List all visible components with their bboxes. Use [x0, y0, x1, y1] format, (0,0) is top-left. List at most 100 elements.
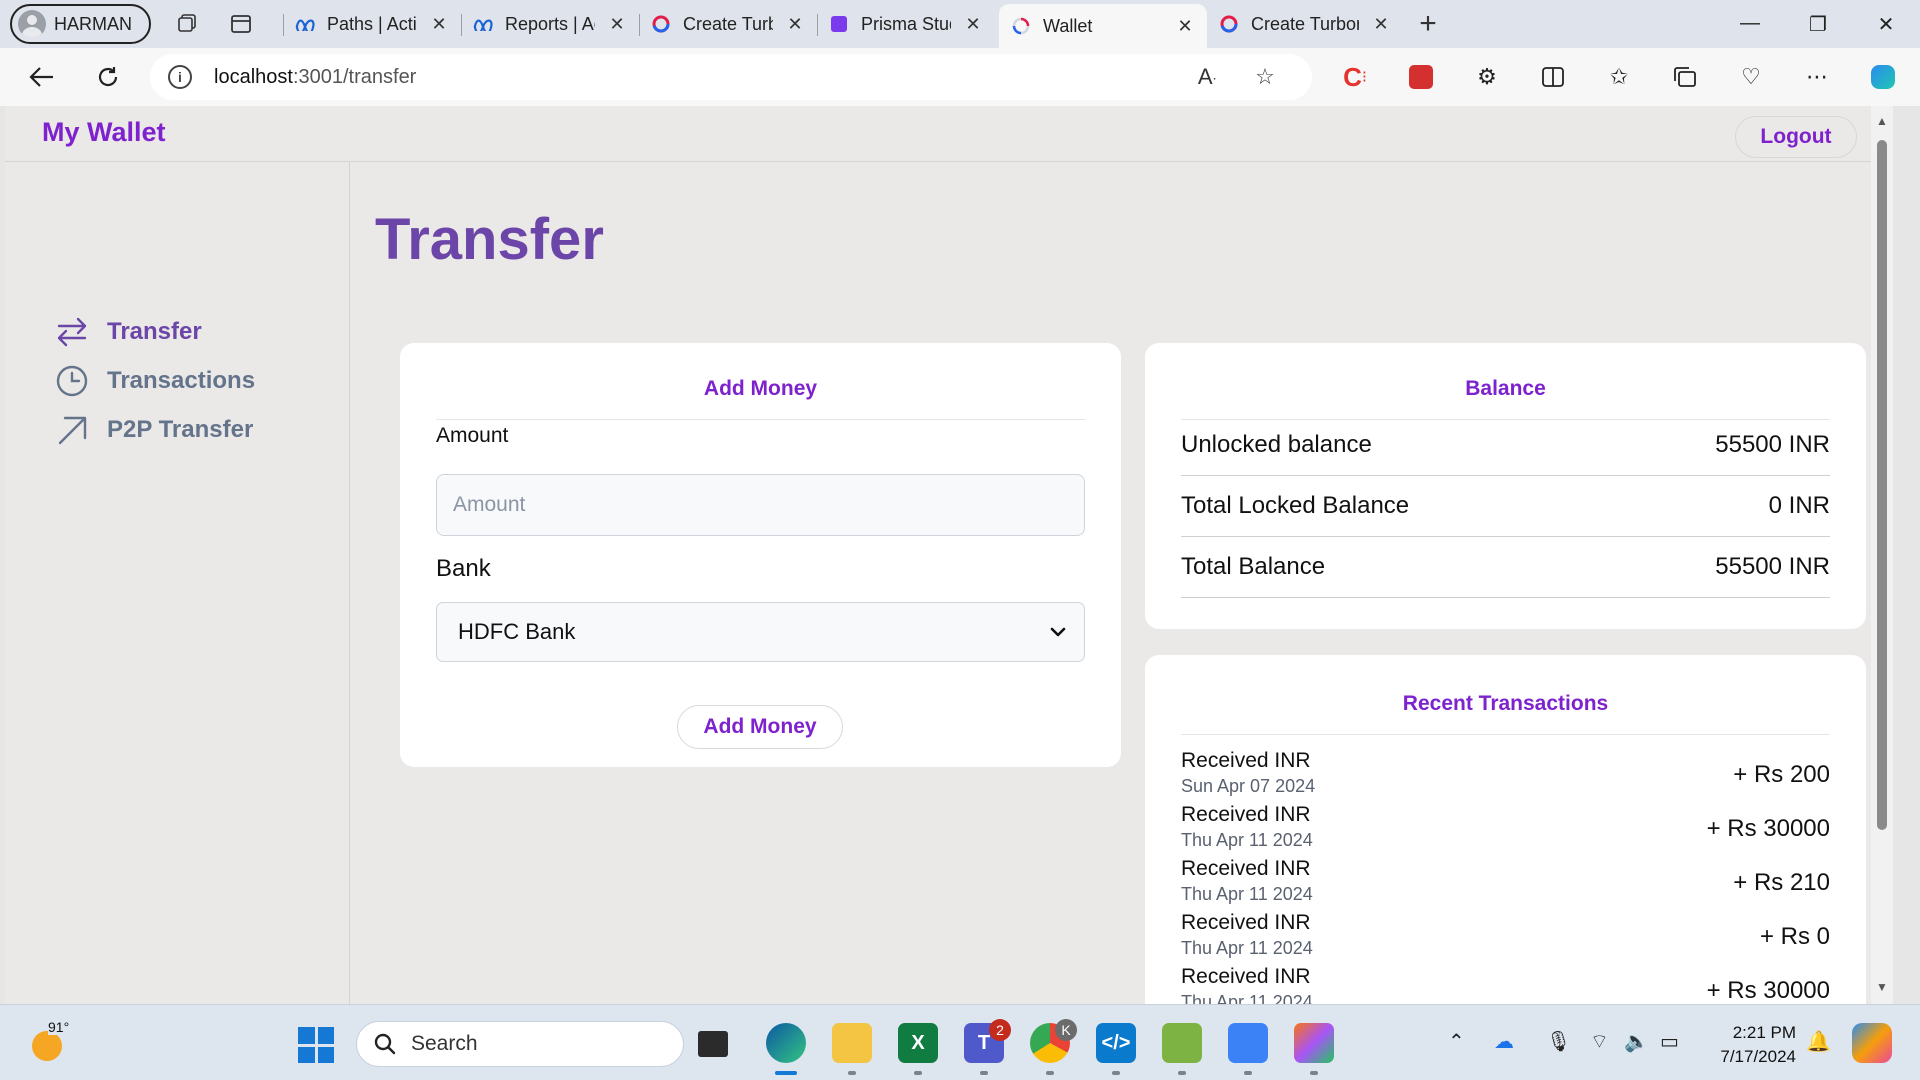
windows-start-icon[interactable]	[298, 1027, 334, 1063]
close-tab-icon[interactable]: ✕	[1371, 14, 1391, 35]
transaction-label: Received INR	[1181, 749, 1311, 772]
transaction-row: Received INR Sun Apr 07 2024 + Rs 200	[1181, 749, 1830, 803]
browser-tab-bar: HARMAN Paths | Actional ✕ Reports | Acti…	[0, 0, 1920, 48]
transaction-label: Received INR	[1181, 857, 1311, 880]
app-indicator	[1244, 1071, 1252, 1075]
taskbar-clock[interactable]: 2:21 PM 7/17/2024	[1706, 1021, 1796, 1069]
transaction-row: Received INR Thu Apr 11 2024 + Rs 210	[1181, 857, 1830, 911]
browser-tab-active[interactable]: Wallet ✕	[999, 4, 1207, 48]
split-screen-icon[interactable]	[1520, 57, 1586, 97]
browser-essentials-icon[interactable]: ♡	[1718, 57, 1784, 97]
close-tab-icon[interactable]: ✕	[785, 14, 805, 35]
copilot-icon[interactable]	[1850, 57, 1916, 97]
transaction-row: Received INR Thu Apr 11 2024 + Rs 30000	[1181, 965, 1830, 1004]
workspaces-icon[interactable]	[165, 4, 209, 44]
volume-icon[interactable]: 🔈	[1624, 1029, 1649, 1054]
refresh-icon[interactable]	[80, 57, 136, 97]
arrow-up-right-icon	[58, 416, 87, 445]
bank-select[interactable]: HDFC Bank	[436, 602, 1085, 662]
balance-card: Balance Unlocked balance 55500 INR Total…	[1145, 343, 1866, 629]
close-tab-icon[interactable]: ✕	[607, 14, 627, 35]
extension-c-icon[interactable]: C ⁝	[1322, 57, 1388, 97]
page-title: Transfer	[375, 207, 604, 272]
transaction-date: Thu Apr 11 2024	[1181, 830, 1313, 850]
extensions-puzzle-icon[interactable]: ⚙	[1454, 57, 1520, 97]
back-icon[interactable]	[14, 57, 70, 97]
notepad-icon[interactable]	[1228, 1023, 1268, 1063]
prisma-icon	[829, 14, 849, 34]
logout-button[interactable]: Logout	[1735, 116, 1857, 158]
app-indicator	[848, 1071, 856, 1075]
favorites-icon[interactable]: ✩	[1586, 57, 1652, 97]
add-money-button[interactable]: Add Money	[677, 705, 843, 749]
profile-button[interactable]: HARMAN	[10, 4, 151, 44]
scroll-up-icon[interactable]: ▲	[1876, 114, 1888, 128]
microphone-icon[interactable]: 🎙	[1546, 1029, 1571, 1054]
wifi-icon[interactable]: ⌔	[1590, 1029, 1609, 1054]
transaction-amount: + Rs 0	[1759, 923, 1830, 950]
notifications-icon[interactable]: 🔔	[1806, 1029, 1831, 1054]
sidebar-item-transactions[interactable]: Transactions	[55, 364, 255, 398]
app-header: My Wallet Logout	[5, 106, 1893, 162]
edge-icon[interactable]	[766, 1023, 806, 1063]
app-indicator	[1112, 1071, 1120, 1075]
amount-label: Amount	[436, 424, 509, 447]
app-indicator	[1178, 1071, 1186, 1075]
bank-selected-value: HDFC Bank	[458, 619, 576, 644]
turborepo-icon	[651, 14, 671, 34]
sidebar-item-p2p-transfer[interactable]: P2P Transfer	[55, 413, 253, 447]
read-aloud-icon[interactable]: Aᐧ	[1178, 64, 1236, 90]
amount-input[interactable]: Amount	[436, 474, 1085, 536]
window-controls: — ❐ ✕	[1716, 12, 1920, 37]
balance-row: Unlocked balance 55500 INR	[1181, 415, 1830, 476]
url-text[interactable]: localhost:3001/transfer	[214, 66, 1178, 89]
sidebar-item-transfer[interactable]: Transfer	[55, 315, 202, 349]
url-bar[interactable]: i localhost:3001/transfer Aᐧ ☆	[150, 54, 1312, 100]
chevron-up-icon[interactable]: ⌃	[1448, 1029, 1465, 1054]
more-menu-icon[interactable]: ⋯	[1784, 57, 1850, 97]
profile-name: HARMAN	[54, 13, 133, 34]
app-indicator	[1310, 1071, 1318, 1075]
copilot-taskbar-icon[interactable]	[1852, 1023, 1892, 1063]
sidebar: Transfer Transactions P2P Transfer	[5, 162, 350, 1004]
recent-transactions-card: Recent Transactions Received INR Sun Apr…	[1145, 655, 1866, 1004]
site-info-icon[interactable]: i	[168, 65, 192, 89]
close-tab-icon[interactable]: ✕	[429, 14, 449, 35]
notes-app-icon[interactable]	[1162, 1023, 1202, 1063]
close-tab-icon[interactable]: ✕	[963, 14, 983, 35]
dev-app-icon[interactable]	[1294, 1023, 1334, 1063]
taskbar-search[interactable]: Search	[356, 1021, 684, 1067]
vscode-icon[interactable]: </>	[1096, 1023, 1136, 1063]
file-explorer-icon[interactable]	[832, 1023, 872, 1063]
extension-red-icon[interactable]	[1388, 57, 1454, 97]
scroll-down-icon[interactable]: ▼	[1876, 980, 1888, 994]
weather-widget[interactable]: 91°	[28, 1019, 70, 1061]
app-brand[interactable]: My Wallet	[42, 117, 166, 148]
new-tab-button[interactable]: +	[1403, 7, 1453, 41]
favorite-star-icon[interactable]: ☆	[1236, 64, 1294, 90]
onedrive-icon[interactable]: ☁	[1494, 1029, 1514, 1054]
app-indicator	[980, 1071, 988, 1075]
close-window-icon[interactable]: ✕	[1852, 12, 1920, 37]
page-scrollbar[interactable]: ▲ ▼	[1871, 106, 1893, 1004]
tab-actions-icon[interactable]	[219, 4, 263, 44]
clock-time: 2:21 PM	[1732, 1023, 1796, 1042]
task-view-icon[interactable]	[698, 1031, 728, 1057]
card-title: Add Money	[436, 377, 1085, 420]
browser-tab[interactable]: Reports | Action ✕	[461, 4, 639, 44]
browser-tab[interactable]: Create Turborep ✕	[1207, 4, 1403, 44]
scrollbar-thumb[interactable]	[1877, 140, 1887, 830]
card-title: Recent Transactions	[1181, 692, 1830, 735]
browser-tab[interactable]: Create Turborep ✕	[639, 4, 817, 44]
sidebar-item-label: Transfer	[107, 318, 202, 345]
restore-icon[interactable]: ❐	[1784, 12, 1852, 37]
balance-label: Total Locked Balance	[1181, 492, 1410, 519]
excel-icon[interactable]: X	[898, 1023, 938, 1063]
minimize-icon[interactable]: —	[1716, 12, 1784, 37]
browser-tab[interactable]: Prisma Studio ✕	[817, 4, 995, 44]
battery-icon[interactable]: ▭	[1660, 1029, 1679, 1054]
browser-tab[interactable]: Paths | Actional ✕	[283, 4, 461, 44]
transaction-label: Received INR	[1181, 911, 1311, 934]
close-tab-icon[interactable]: ✕	[1175, 16, 1195, 37]
collections-icon[interactable]	[1652, 57, 1718, 97]
